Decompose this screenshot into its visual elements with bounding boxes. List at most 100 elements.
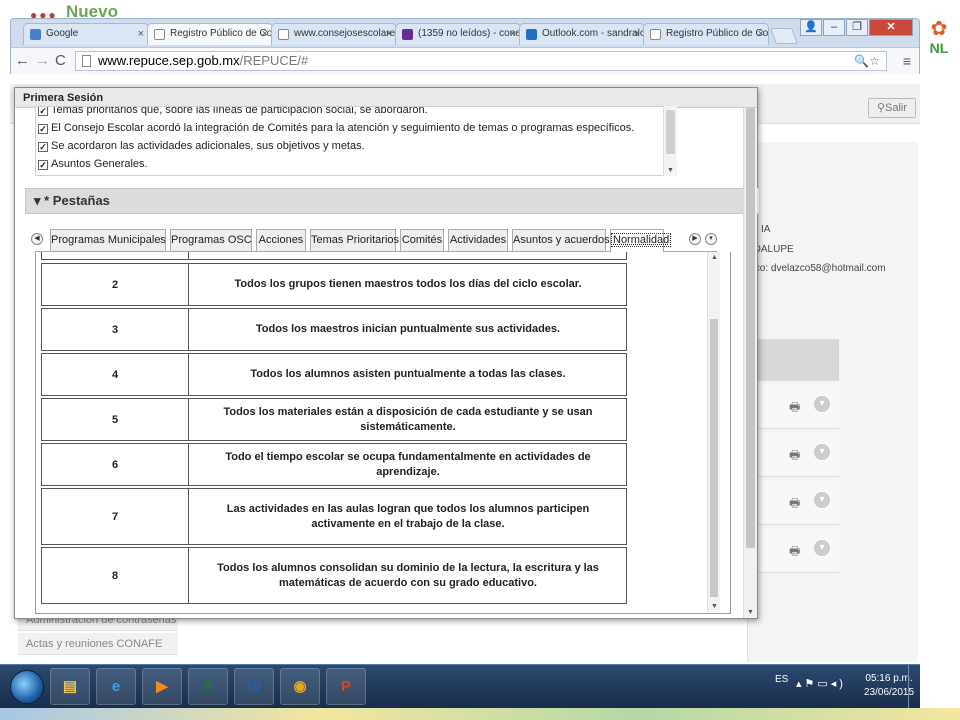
table-row: 5 Todos los materiales están a disposició… [41,398,627,441]
panel-scrollbar[interactable]: ▲ ▼ [707,252,720,612]
browser-tab[interactable]: Outlook.com - sandralcg(× [519,23,645,45]
close-tab-icon[interactable]: × [262,24,268,44]
session-modal: Primera Sesión ✓ Temas prioritarios que, … [14,87,760,619]
checkbox[interactable]: ✓ [38,142,48,152]
start-button[interactable] [10,670,44,704]
zoom-bookmark-icons[interactable]: 🔍☆ [854,52,880,70]
browser-tab-strip: Google×Registro Público de Conse×www.con… [23,23,798,45]
reload-icon[interactable]: C [55,52,66,70]
menu-icon[interactable]: ≡ [903,53,911,69]
print-icon[interactable]: 🖶 [789,542,800,563]
url-domain: www.repuce.sep.gob.mx [98,53,240,68]
tab-programas-osc[interactable]: Programas OSC [170,229,252,251]
checklist-label: Temas prioritarios que, sobre las líneas… [51,106,428,116]
tab-programas-municipales[interactable]: Programas Municipales [50,229,166,251]
excel-icon[interactable]: X [188,668,228,705]
row-number: 2 [42,264,189,305]
info-line: IA [761,224,771,235]
browser-tab[interactable]: Registro Público de Conse× [147,23,273,45]
chevron-down-icon[interactable]: ▾ [814,396,830,412]
table-row: 🖶 ▾ [757,529,839,573]
close-tab-icon[interactable]: × [138,24,144,44]
scroll-up-icon[interactable]: ▲ [711,254,718,261]
yahoo-mail-favicon [402,29,413,40]
row-number: 3 [42,309,189,350]
row-text: Todos los grupos tienen maestros todos l… [234,278,582,290]
close-tab-icon[interactable]: × [510,24,516,44]
row-number: 8 [42,548,189,603]
internet-explorer-icon[interactable]: e [96,668,136,705]
browser-tab[interactable]: (1359 no leídos) - conesc × [395,23,521,45]
outlook-favicon [526,29,537,40]
logout-icon: ⚲ [876,102,886,114]
maximize-button[interactable]: ❐ [846,19,868,36]
scroll-down-icon[interactable]: ▼ [667,167,674,174]
clock[interactable]: 05:16 p.m. 23/06/2015 [864,672,914,700]
tab-prev-icon[interactable]: ◀ [31,233,43,245]
sidebar-item-conafe[interactable]: Actas y reuniones CONAFE [18,633,178,655]
show-desktop-button[interactable] [908,665,920,709]
scroll-down-icon[interactable]: ▼ [711,603,718,610]
section-header[interactable]: ▾ * Pestañas [25,188,760,214]
checklist-label: Asuntos Generales. [51,158,148,170]
scroll-down-icon[interactable]: ▼ [747,609,754,616]
browser-tab[interactable]: www.consejosescolares.se× [271,23,397,45]
back-arrow-icon[interactable]: ← [15,52,30,70]
powerpoint-icon[interactable]: P [326,668,366,705]
table-row: 3 Todos los maestros inician puntualmente… [41,308,627,351]
tab-comit-s[interactable]: Comités [400,229,444,251]
chevron-down-icon[interactable]: ▾ [814,492,830,508]
minimize-button[interactable]: – [823,19,845,36]
checklist-item: ✓ El Consejo Escolar acordó la integració… [36,119,676,137]
word-icon[interactable]: W [234,668,274,705]
tab-panel: ▲ ▼ 2 Todos los grupos tienen maestros to… [35,252,731,614]
tab-acciones[interactable]: Acciones [256,229,306,251]
checklist: ✓ Temas prioritarios que, sobre las línea… [35,106,677,176]
browser-window: Google×Registro Público de Conse×www.con… [10,18,920,74]
close-tab-icon[interactable]: × [634,24,640,44]
close-tab-icon[interactable]: × [386,24,392,44]
forward-arrow-icon[interactable]: → [35,52,50,70]
tray-icons[interactable]: ▴⚑▭◂) [796,677,846,690]
tab-normalidad[interactable]: Normalidad [610,229,672,252]
checkbox[interactable]: ✓ [38,160,48,170]
slide-footer-decoration [0,708,960,720]
browser-toolbar: ← → C www.repuce.sep.gob.mx/REPUCE/# 🔍☆ … [11,47,919,74]
row-text: Todos los alumnos consolidan su dominio … [217,561,599,589]
checklist-scrollbar[interactable]: ▼ [663,106,677,176]
tab-menu-icon[interactable]: ▾ [705,233,717,245]
media-player-icon[interactable]: ▶ [142,668,182,705]
browser-tab[interactable]: Google × [23,23,149,45]
logout-button[interactable]: ⚲Salir [868,98,916,118]
checklist-item: ✓ Asuntos Generales. [36,155,676,173]
clock-date: 23/06/2015 [864,687,915,698]
browser-tab[interactable]: Registro Público de Conse× [643,23,769,45]
scroll-thumb[interactable] [710,319,718,597]
new-tab-button[interactable] [770,28,798,44]
tab-asuntos-y-acuerdos[interactable]: Asuntos y acuerdos [512,229,610,251]
print-icon[interactable]: 🖶 [789,446,800,467]
address-bar[interactable]: www.repuce.sep.gob.mx/REPUCE/# 🔍☆ [75,51,887,71]
tab-temas-prioritarios[interactable]: Temas Prioritarios [310,229,399,251]
language-indicator[interactable]: ES [775,674,788,685]
close-window-button[interactable]: ✕ [869,19,913,36]
checklist-item: ✓ Se acordaron las actividades adicionale… [36,137,676,155]
table-row: 🖶 ▾ [757,481,839,525]
modal-scrollbar[interactable]: ▼ [743,108,757,618]
checkbox[interactable]: ✓ [38,124,48,134]
scroll-thumb[interactable] [666,110,675,154]
chevron-down-icon[interactable]: ▾ [814,444,830,460]
scroll-thumb[interactable] [746,108,755,548]
tab-next-icon[interactable]: ▶ [689,233,701,245]
chevron-down-icon[interactable]: ▾ [814,540,830,556]
file-explorer-icon[interactable]: ▤ [50,668,90,705]
chrome-icon[interactable]: ◉ [280,668,320,705]
print-icon[interactable]: 🖶 [789,494,800,515]
row-number: 7 [42,489,189,544]
user-icon[interactable]: 👤 [800,19,822,36]
close-tab-icon[interactable]: × [758,24,764,44]
checkbox[interactable]: ✓ [38,107,48,116]
tab-actividades[interactable]: Actividades [448,229,508,251]
browser-tab-label: (1359 no leídos) - conesc [418,28,521,39]
print-icon[interactable]: 🖶 [789,398,800,419]
